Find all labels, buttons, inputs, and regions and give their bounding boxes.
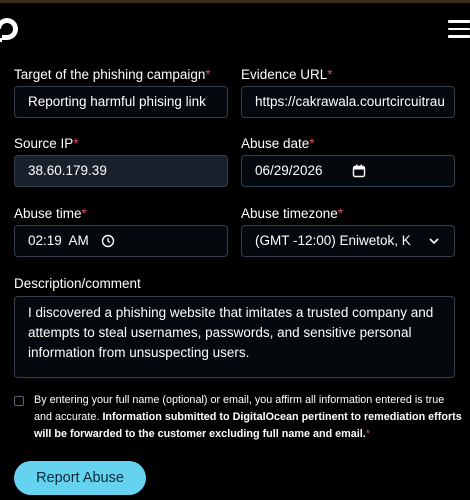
abuse-timezone-value: (GMT -12:00) Eniwetok, K xyxy=(255,233,411,248)
target-label: Target of the phishing campaign* xyxy=(14,67,211,82)
abuse-time-value: 02:19 AM xyxy=(28,233,89,248)
top-edge-divider xyxy=(0,0,470,3)
abuse-date-input[interactable]: 06/29/2026 xyxy=(241,155,455,187)
abuse-timezone-select[interactable]: (GMT -12:00) Eniwetok, K xyxy=(241,225,455,257)
consent-text: By entering your full name (optional) or… xyxy=(34,394,462,440)
abuse-date-label: Abuse date* xyxy=(241,136,315,151)
consent-checkbox[interactable] xyxy=(14,396,24,406)
description-textarea[interactable]: I discovered a phishing website that imi… xyxy=(14,296,455,378)
abuse-date-value: 06/29/2026 xyxy=(255,163,323,178)
clock-icon[interactable] xyxy=(101,234,115,248)
top-bar xyxy=(0,0,470,60)
abuse-timezone-label: Abuse timezone* xyxy=(241,206,344,221)
evidence-url-label: Evidence URL* xyxy=(241,67,333,82)
report-abuse-button[interactable]: Report Abuse xyxy=(14,461,146,495)
evidence-url-input[interactable]: https://cakrawala.courtcircuitrau xyxy=(241,86,455,118)
chevron-down-icon xyxy=(429,238,439,245)
hamburger-menu-icon[interactable] xyxy=(448,20,470,38)
digitalocean-logo-icon[interactable] xyxy=(0,14,22,44)
source-ip-input[interactable]: 38.60.179.39 xyxy=(14,155,228,187)
target-input[interactable]: Reporting harmful phising link xyxy=(14,86,228,118)
abuse-time-label: Abuse time* xyxy=(14,206,87,221)
description-label: Description/comment xyxy=(14,276,141,291)
abuse-time-input[interactable]: 02:19 AM xyxy=(14,225,228,257)
calendar-icon[interactable] xyxy=(352,164,366,178)
source-ip-label: Source IP* xyxy=(14,136,79,151)
